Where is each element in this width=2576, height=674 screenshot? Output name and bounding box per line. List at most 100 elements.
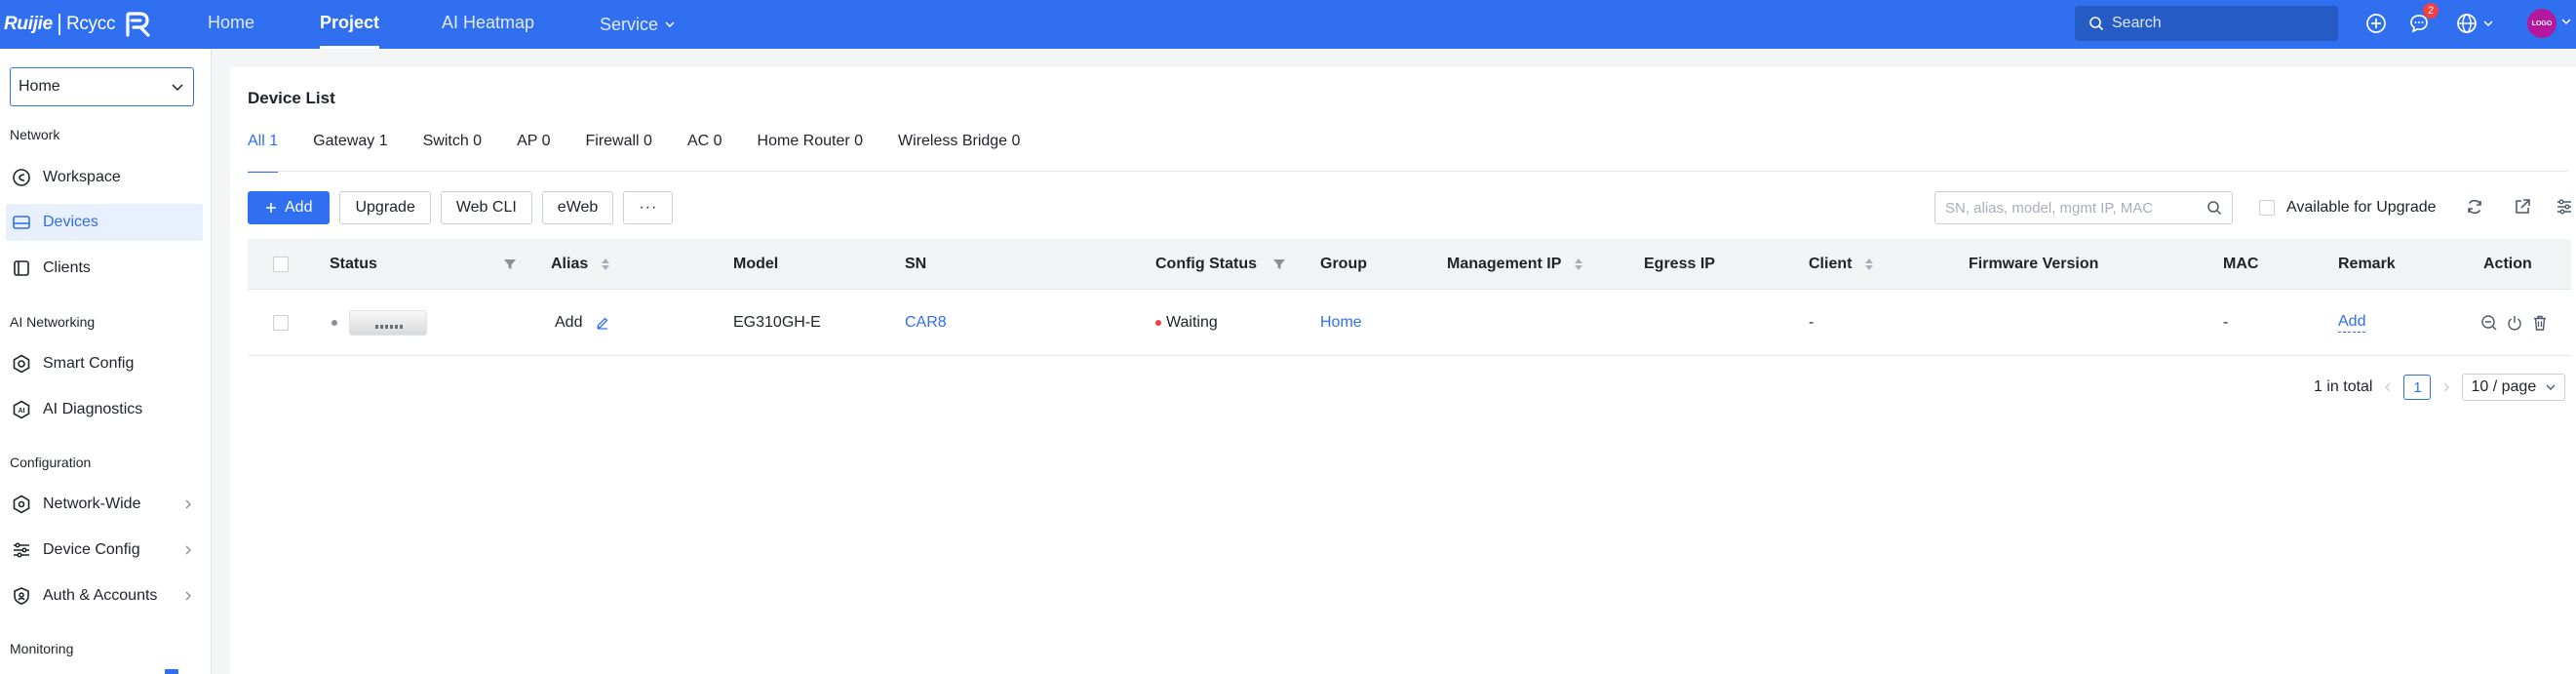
config-status-filter-button[interactable]: [1272, 239, 1286, 289]
tab-wireless-bridge[interactable]: Wireless Bridge 0: [898, 134, 1020, 173]
add-device-button[interactable]: Add: [248, 191, 331, 224]
device-search-input[interactable]: [1945, 199, 2199, 217]
page-size-select[interactable]: 10 / page: [2462, 374, 2566, 401]
col-alias[interactable]: Alias: [551, 239, 610, 289]
chevron-down-icon: [665, 21, 675, 28]
col-firmware-label: Firmware Version: [1969, 255, 2099, 272]
more-actions-button[interactable]: ···: [623, 191, 674, 224]
sort-icon: [602, 258, 610, 270]
device-search[interactable]: [1934, 191, 2233, 224]
col-model-label: Model: [733, 255, 779, 272]
nav-service[interactable]: Service: [600, 0, 676, 49]
select-all-cell: [273, 239, 289, 289]
sidebar-item-device-config[interactable]: Device Config: [0, 532, 203, 569]
filter-icon: [1273, 258, 1285, 269]
chevron-right-icon[interactable]: [2440, 380, 2452, 394]
sidebar-item-label: Auth & Accounts: [43, 587, 158, 604]
col-model: Model: [733, 239, 778, 289]
web-cli-button[interactable]: Web CLI: [440, 191, 532, 224]
tab-ap[interactable]: AP 0: [517, 134, 550, 173]
message-count-badge: 2: [2423, 3, 2439, 19]
sn-link[interactable]: CAR8: [905, 290, 947, 355]
tab-firewall[interactable]: Firewall 0: [585, 134, 651, 173]
nav-ai-heatmap[interactable]: AI Heatmap: [442, 0, 534, 49]
alias-add-link[interactable]: Add: [555, 314, 582, 332]
chevron-left-icon[interactable]: [2382, 380, 2394, 394]
device-list-card: Device List All 1 Gateway 1 Switch 0 AP …: [230, 67, 2576, 674]
mac-cell: -: [2223, 313, 2229, 331]
compass-icon: [12, 168, 31, 187]
col-client[interactable]: Client: [1809, 239, 1874, 289]
export-button[interactable]: [2511, 195, 2534, 218]
sidebar-item-label: Devices: [43, 214, 98, 230]
column-settings-icon: [2557, 199, 2571, 215]
tab-ac[interactable]: AC 0: [687, 134, 722, 173]
delete-icon[interactable]: [2531, 314, 2549, 332]
chevron-right-icon: [185, 545, 191, 555]
sidebar-item-network-wide[interactable]: Network-Wide: [0, 486, 203, 523]
tab-gateway[interactable]: Gateway 1: [313, 134, 387, 173]
filter-icon: [504, 258, 516, 269]
messages-button[interactable]: 2: [2405, 3, 2439, 37]
tabs-divider: [248, 171, 2568, 172]
sidebar-item-auth-accounts[interactable]: Auth & Accounts: [0, 577, 203, 615]
col-management-ip[interactable]: Management IP: [1447, 239, 1583, 289]
col-group: Group: [1320, 239, 1367, 289]
power-icon[interactable]: [2506, 314, 2523, 332]
nav-project[interactable]: Project: [320, 0, 380, 49]
language-button[interactable]: [2456, 10, 2501, 37]
site-selector[interactable]: Home: [10, 67, 194, 106]
status-cell: [332, 290, 427, 355]
refresh-button[interactable]: [2463, 195, 2486, 218]
section-ai-networking: AI Networking: [10, 314, 96, 330]
clients-icon: [12, 258, 31, 278]
sidebar-item-label: Device Config: [43, 541, 140, 558]
tab-switch[interactable]: Switch 0: [423, 134, 482, 173]
sidebar-item-workspace[interactable]: Workspace: [0, 159, 203, 196]
chevron-down-icon[interactable]: [2561, 17, 2571, 26]
page-size-value: 10 / page: [2471, 378, 2537, 395]
page-number-button[interactable]: 1: [2403, 375, 2432, 400]
eweb-button[interactable]: eWeb: [541, 191, 614, 224]
status-filter-button[interactable]: [503, 239, 517, 289]
select-all-checkbox[interactable]: [273, 256, 289, 272]
remark-add-link[interactable]: Add: [2338, 290, 2366, 355]
waiting-status-dot: [1155, 319, 1161, 326]
col-remark: Remark: [2338, 239, 2396, 289]
sidebar-item-devices[interactable]: Devices: [6, 204, 203, 241]
col-config-status: Config Status: [1155, 239, 1257, 289]
global-search[interactable]: Search: [2075, 6, 2338, 41]
upgrade-button[interactable]: Upgrade: [339, 191, 431, 224]
table-row: Add EG310GH-E CAR8 Waiting Home - - Add: [248, 290, 2571, 356]
sidebar-item-clients[interactable]: Clients: [0, 250, 203, 287]
sidebar-item-ai-diagnostics[interactable]: AI AI Diagnostics: [0, 391, 203, 428]
available-upgrade-checkbox[interactable]: [2259, 200, 2275, 216]
column-settings-button[interactable]: [2553, 195, 2576, 218]
brand-logo[interactable]: Ruijie Rcycc: [4, 6, 152, 43]
refresh-icon: [2468, 199, 2481, 215]
col-sn: SN: [905, 239, 926, 289]
add-circle-button[interactable]: [2362, 10, 2390, 37]
hexagon-settings-icon: [12, 495, 31, 514]
sidebar-item-label: Clients: [43, 259, 91, 276]
zoom-out-icon[interactable]: [2480, 314, 2498, 332]
edit-icon[interactable]: [596, 316, 609, 330]
col-config-status-label: Config Status: [1155, 255, 1257, 272]
row-checkbox[interactable]: [273, 314, 289, 331]
available-upgrade-label: Available for Upgrade: [2286, 199, 2437, 216]
group-link[interactable]: Home: [1320, 290, 1362, 355]
col-mac-label: MAC: [2223, 255, 2259, 272]
sidebar-item-smart-config[interactable]: Smart Config: [0, 345, 203, 382]
nav-service-label: Service: [600, 15, 659, 34]
avatar[interactable]: LOGO: [2527, 9, 2556, 38]
search-icon: [2089, 17, 2104, 31]
tab-home-router[interactable]: Home Router 0: [758, 134, 864, 173]
col-group-label: Group: [1320, 255, 1367, 272]
tab-all[interactable]: All 1: [248, 134, 279, 173]
nav-home[interactable]: Home: [208, 0, 254, 49]
col-action: Action: [2483, 239, 2532, 289]
available-upgrade-filter[interactable]: Available for Upgrade: [2259, 199, 2437, 217]
page-title: Device List: [248, 89, 335, 107]
chevron-right-icon: [185, 499, 191, 509]
col-status-label: Status: [330, 255, 377, 272]
